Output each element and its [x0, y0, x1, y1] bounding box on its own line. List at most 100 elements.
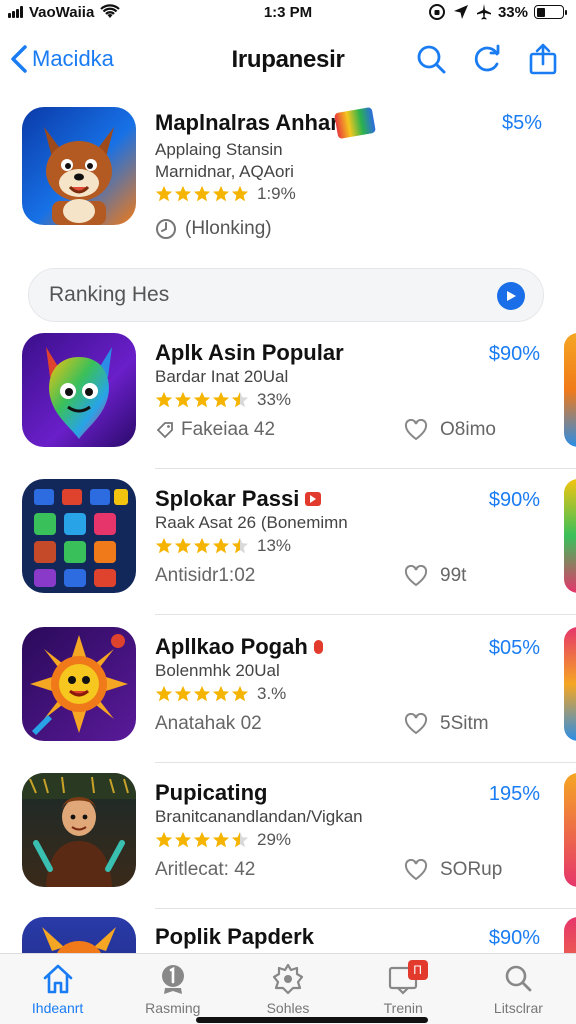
- tab-search[interactable]: Litsclrar: [461, 954, 576, 1024]
- updates-badge: Π: [407, 960, 428, 980]
- app-row[interactable]: Apllkao Pogah $05% Bolenmhk 20Ual 3.% An…: [0, 627, 576, 772]
- carrier-label: VaoWaiia: [29, 3, 95, 21]
- character-portrait-icon: [22, 773, 136, 887]
- star-rating: [155, 831, 249, 849]
- chevron-left-icon: [11, 45, 27, 73]
- star-icon: [155, 537, 173, 554]
- featured-developer: Marnidnar, AQAori: [155, 162, 294, 181]
- app-downloads-text: 5Sitm: [440, 713, 489, 734]
- featured-status: (Hlonking): [155, 218, 272, 240]
- star-icon: [193, 831, 211, 848]
- app-subtitle: Bardar Inat 20Ual: [155, 367, 289, 386]
- app-meta: Aritlecat: 42: [155, 859, 255, 881]
- star-icon: [193, 537, 211, 554]
- heart-icon[interactable]: [404, 565, 428, 587]
- app-subtitle: Branitcanandlandan/Vigkan: [155, 807, 363, 826]
- back-button[interactable]: Macidka: [10, 44, 114, 74]
- tab-ranking[interactable]: Rasming: [115, 954, 230, 1024]
- star-icon: [155, 831, 173, 848]
- airplane-icon: [476, 4, 491, 20]
- app-price[interactable]: $90%: [489, 489, 540, 512]
- row-divider: [155, 468, 576, 469]
- tab-label: Sohles: [266, 1000, 310, 1016]
- app-name: Poplik Papderk: [155, 924, 314, 949]
- ranking-icon: [161, 965, 184, 994]
- battery-percent: 33%: [497, 3, 528, 21]
- tab-label: Trenin: [383, 1000, 423, 1016]
- row-divider: [155, 908, 576, 909]
- app-downloads: O8imo: [404, 419, 496, 441]
- heart-icon[interactable]: [404, 713, 428, 735]
- app-rating: 13%: [155, 536, 291, 556]
- search-icon[interactable]: [414, 42, 448, 76]
- app-grid-icon: [22, 479, 136, 593]
- fox-mascot-icon: [22, 107, 136, 225]
- star-rating: [155, 391, 249, 409]
- app-downloads-text: 99t: [440, 565, 467, 586]
- app-rating: 33%: [155, 390, 291, 410]
- app-meta: Antisidr1:02: [155, 565, 255, 587]
- star-rating: [155, 537, 249, 555]
- notification-dot: [313, 640, 323, 654]
- featured-rating: 1:9%: [155, 184, 296, 204]
- star-icon: [231, 185, 249, 202]
- app-price[interactable]: $90%: [489, 343, 540, 366]
- star-rating: [155, 685, 249, 703]
- share-icon[interactable]: [526, 42, 560, 76]
- app-meta-text: Aritlecat: 42: [155, 859, 256, 880]
- tab-updates[interactable]: Π Trenin: [346, 954, 461, 1024]
- ranking-section-bar[interactable]: Ranking Hes: [28, 268, 544, 322]
- app-price[interactable]: $90%: [489, 927, 540, 950]
- app-row[interactable]: Aplk Asin Popular $90% Bardar Inat 20Ual…: [0, 333, 576, 478]
- featured-app-title: Maplnalras Anhara: [155, 110, 352, 135]
- star-icon: [174, 537, 192, 554]
- tab-games[interactable]: Sohles: [230, 954, 345, 1024]
- home-icon: [43, 964, 72, 994]
- featured-subtitle: Applaing Stansin: [155, 140, 283, 159]
- tab-bar: Ihdeanrt Rasming Sohles Π Trenin Litsclr…: [0, 953, 576, 1024]
- orientation-lock-icon: [428, 4, 445, 20]
- play-icon: [507, 291, 516, 301]
- section-label: Ranking Hes: [49, 283, 170, 306]
- app-row[interactable]: Splokar Passi $90% Raak Asat 26 (Bonemim…: [0, 479, 576, 624]
- app-rating: 3.%: [155, 684, 286, 704]
- heart-icon[interactable]: [404, 859, 428, 881]
- star-icon: [231, 537, 249, 554]
- section-action-button[interactable]: [497, 282, 525, 310]
- star-icon: [212, 391, 230, 408]
- app-meta-text: Anatahak 02: [155, 713, 262, 734]
- featured-rating-text: 1:9%: [257, 184, 296, 203]
- star-icon: [231, 831, 249, 848]
- featured-badge-icon: [334, 106, 376, 140]
- star-icon: [155, 391, 173, 408]
- featured-price[interactable]: $5%: [502, 112, 542, 135]
- refresh-icon[interactable]: [470, 42, 504, 76]
- app-downloads-text: O8imo: [440, 419, 496, 440]
- row-divider: [155, 614, 576, 615]
- app-price[interactable]: $05%: [489, 637, 540, 660]
- search-icon: [506, 965, 532, 992]
- games-icon: [272, 963, 304, 995]
- tab-home[interactable]: Ihdeanrt: [0, 954, 115, 1024]
- next-card-peek: [564, 917, 576, 953]
- app-row[interactable]: Pupicating 195% Branitcanandlandan/Vigka…: [0, 773, 576, 918]
- app-downloads: SORup: [404, 859, 502, 881]
- app-row[interactable]: Poplik Papderk $90%: [0, 917, 576, 953]
- status-bar: VaoWaiia 1:3 PM 33%: [0, 0, 576, 24]
- app-price[interactable]: 195%: [489, 783, 540, 806]
- star-icon: [155, 185, 173, 202]
- app-rating: 29%: [155, 830, 291, 850]
- app-downloads-text: SORup: [440, 859, 503, 880]
- star-icon: [174, 831, 192, 848]
- tab-label: Ihdeanrt: [31, 1000, 84, 1016]
- star-icon: [174, 185, 192, 202]
- star-icon: [193, 185, 211, 202]
- heart-icon[interactable]: [404, 419, 428, 441]
- star-icon: [231, 685, 249, 702]
- star-icon: [212, 831, 230, 848]
- star-icon: [193, 685, 211, 702]
- app-meta-text: Fakeiaa 42: [181, 419, 276, 440]
- app-meta: Fakeiaa 42: [155, 419, 275, 441]
- star-icon: [174, 391, 192, 408]
- app-name: Pupicating: [155, 780, 268, 805]
